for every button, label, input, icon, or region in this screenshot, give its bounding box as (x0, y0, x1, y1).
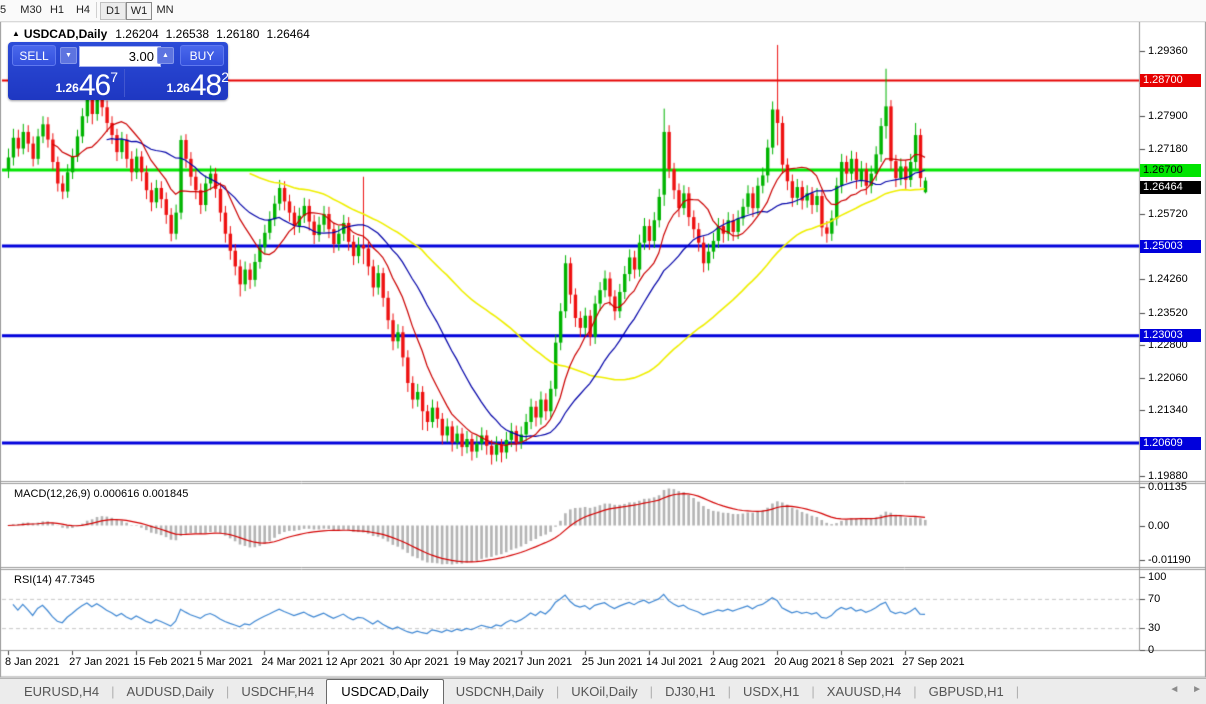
macd-label: MACD(12,26,9) 0.000616 0.001845 (14, 488, 189, 500)
date-tick-label: 5 Mar 2021 (197, 656, 253, 668)
price-tick-label: 1.22060 (1148, 372, 1188, 385)
chart-canvas[interactable] (0, 0, 1206, 678)
tab-separator: | (1015, 684, 1020, 699)
rsi-tick-label: 70 (1148, 592, 1161, 605)
rsi-value: 47.7345 (54, 574, 95, 586)
date-tick-label: 20 Aug 2021 (774, 656, 836, 668)
timeframe-button-h4[interactable]: H4 (70, 2, 96, 18)
price-tick-label: 1.25720 (1148, 207, 1188, 220)
date-tick-label: 7 Jun 2021 (517, 656, 573, 668)
date-tick-label: 12 Apr 2021 (325, 656, 385, 668)
date-tick-label: 27 Jan 2021 (69, 656, 130, 668)
symbol-name: USDCAD,Daily (23, 27, 108, 41)
sell-price-big: 46 (78, 69, 111, 102)
date-tick-label: 19 May 2021 (453, 656, 518, 668)
timeframe-button-5[interactable]: 5 (0, 2, 10, 18)
level-price-badge: 1.26700 (1140, 163, 1201, 177)
level-price-badge: 1.20609 (1140, 436, 1201, 450)
sell-price[interactable]: 1.26467 (14, 69, 118, 102)
timeframe-button-h1[interactable]: H1 (44, 2, 70, 18)
macd-tick-label: 0.01135 (1148, 481, 1187, 493)
tab-dj30[interactable]: DJ30,H1 (653, 680, 728, 704)
rsi-label: RSI(14) 47.7345 (14, 574, 95, 586)
tab-usdchf[interactable]: USDCHF,H4 (229, 680, 326, 704)
tab-usdx[interactable]: USDX,H1 (731, 680, 811, 704)
buy-price[interactable]: 1.26482 (124, 69, 229, 102)
date-tick-label: 8 Jan 2021 (5, 656, 60, 668)
date-tick-label: 14 Jul 2021 (645, 656, 703, 668)
tab-gbpusd[interactable]: GBPUSD,H1 (917, 680, 1016, 704)
sell-price-pip: 7 (110, 69, 118, 85)
level-price-badge: 1.28700 (1140, 73, 1201, 87)
ohlc-high: 1.26538 (165, 27, 210, 41)
one-click-trading-panel: SELL ▼ ▲ BUY 1.26467 1.26482 (8, 42, 229, 102)
price-tick-label: 1.19880 (1148, 469, 1188, 482)
tab-audusd[interactable]: AUDUSD,Daily (115, 680, 226, 704)
ohlc-close: 1.26464 (266, 27, 310, 41)
tab-eurusd[interactable]: EURUSD,H4 (12, 680, 111, 704)
date-tick-label: 8 Sep 2021 (838, 656, 895, 668)
rsi-tick-label: 100 (1148, 571, 1167, 583)
volume-decrease-icon[interactable]: ▼ (60, 47, 77, 64)
symbol-tab-bar: EURUSD,H4 | AUDUSD,Daily | USDCHF,H4 USDCAD,D… (0, 678, 1206, 704)
price-tick-label: 1.27900 (1148, 110, 1188, 123)
timeframe-button-d1[interactable]: D1 (100, 2, 126, 20)
macd-tick-label: -0.01190 (1148, 554, 1191, 566)
tab-scroll-left-icon[interactable]: ◄ (1169, 684, 1179, 695)
tab-xauusd[interactable]: XAUUSD,H4 (815, 680, 913, 704)
price-tick-label: 1.27180 (1148, 142, 1188, 155)
price-tick-label: 1.21340 (1148, 404, 1188, 417)
tab-usdcnh[interactable]: USDCNH,Daily (444, 680, 556, 704)
macd-signal-value: 0.001845 (142, 488, 189, 500)
timeframe-button-m30[interactable]: M30 (16, 2, 46, 18)
toolbar-separator (96, 2, 97, 18)
level-price-badge: 1.25003 (1140, 239, 1201, 253)
buy-price-prefix: 1.26 (166, 81, 190, 95)
level-price-badge: 1.23003 (1140, 329, 1201, 343)
chart-title: ▲ USDCAD,Daily 1.26204 1.26538 1.26180 1.2646… (12, 27, 317, 41)
rsi-tick-label: 30 (1148, 622, 1161, 635)
timeframe-toolbar: 5 M30 H1 H4 D1 W1 MN (0, 0, 1206, 22)
current-price-badge: 1.26464 (1140, 181, 1201, 195)
date-tick-label: 27 Sep 2021 (902, 656, 965, 668)
timeframe-button-w1[interactable]: W1 (126, 2, 152, 20)
date-tick-label: 2 Aug 2021 (709, 656, 766, 668)
tab-usdcad[interactable]: USDCAD,Daily (326, 679, 444, 704)
tab-scroll-right-icon[interactable]: ► (1192, 684, 1202, 695)
collapse-icon[interactable]: ▲ (12, 29, 20, 38)
price-tick-label: 1.29360 (1148, 44, 1188, 57)
date-tick-label: 24 Mar 2021 (261, 656, 324, 668)
ohlc-low: 1.26180 (216, 27, 260, 41)
ohlc-open: 1.26204 (115, 27, 159, 41)
price-tick-label: 1.24260 (1148, 273, 1188, 286)
volume-increase-icon[interactable]: ▲ (157, 47, 174, 64)
price-tick-label: 1.23520 (1148, 306, 1188, 319)
volume-input[interactable] (79, 46, 161, 67)
buy-price-big: 48 (189, 69, 222, 102)
terminal-window: 5 M30 H1 H4 D1 W1 MN ▲ USDCAD,Daily 1.26204 1.265… (0, 0, 1206, 704)
macd-tick-label: 0.00 (1148, 519, 1170, 532)
rsi-tick-label: 0 (1148, 644, 1155, 656)
date-tick-label: 30 Apr 2021 (389, 656, 449, 668)
sell-button[interactable]: SELL (12, 45, 56, 66)
date-tick-label: 15 Feb 2021 (133, 656, 195, 668)
timeframe-button-mn[interactable]: MN (152, 2, 178, 18)
tab-ukoil[interactable]: UKOil,Daily (559, 680, 649, 704)
date-tick-label: 25 Jun 2021 (581, 656, 643, 668)
macd-value: 0.000616 (93, 488, 140, 500)
buy-button[interactable]: BUY (180, 45, 224, 66)
buy-price-pip: 2 (221, 69, 229, 85)
sell-price-prefix: 1.26 (55, 81, 79, 95)
